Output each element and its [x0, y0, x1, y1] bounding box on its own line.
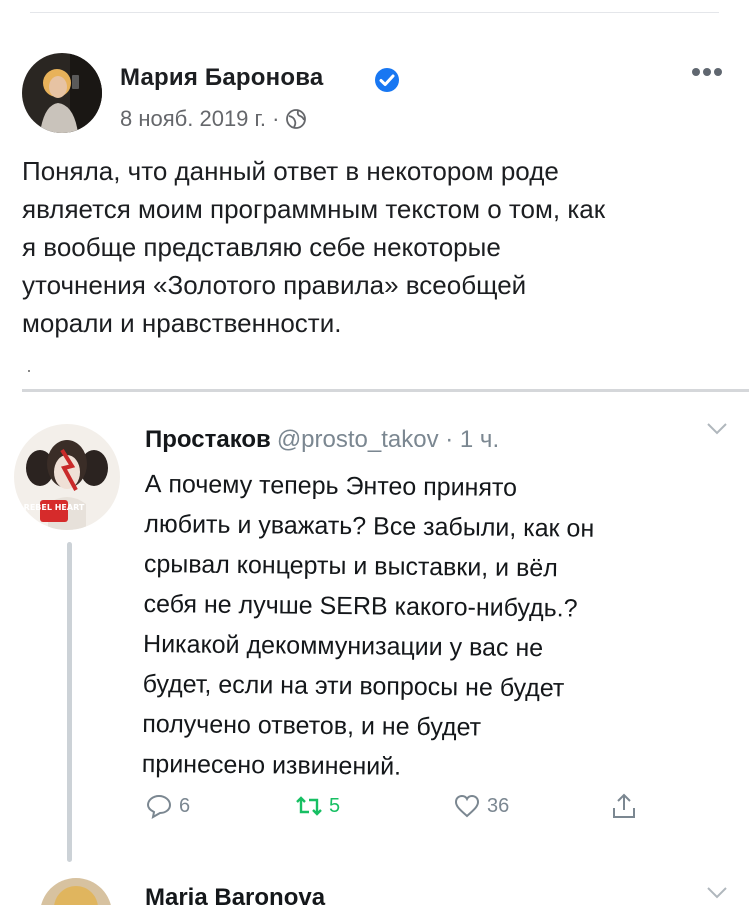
post-text-line: Поняла, что данный ответ в некотором род… [22, 156, 559, 186]
thread-line [67, 542, 72, 862]
reply-action: 6 [145, 792, 190, 820]
post-author-name[interactable]: Мария Баронова [120, 64, 323, 92]
embedded-tweet-image[interactable]: REBEL HEART Простаков @prosto_takov · 1 ч… [0, 392, 749, 905]
chevron-down-icon [707, 423, 727, 435]
next-reply-avatar [40, 878, 112, 905]
tweet-header: Простаков @prosto_takov · 1 ч. [145, 426, 499, 454]
next-reply-author: Maria Baronova [145, 884, 326, 905]
post-text: Поняла, что данный ответ в некотором род… [22, 152, 734, 342]
share-icon [613, 793, 635, 818]
reply-count: 6 [179, 794, 191, 817]
tweet-text-line: принесено извинений. [141, 749, 402, 781]
tweet-text-line: любить и уважать? Все забыли, как он [144, 509, 595, 543]
post-meta: 8 нояб. 2019 г. · [120, 106, 307, 132]
more-options-icon[interactable] [692, 63, 728, 79]
like-action: 36 [453, 792, 509, 820]
post-text-line: морали и нравственности. [22, 308, 342, 338]
tweet-text-line: А почему теперь Энтео принято [144, 469, 518, 502]
like-icon [454, 794, 480, 818]
tweet-text-line: Никакой декоммунизации у вас не [142, 629, 544, 663]
verified-badge-icon [375, 68, 399, 92]
retweet-icon [296, 796, 322, 816]
globe-icon [286, 109, 307, 129]
tweet-actions: 6 5 36 [145, 792, 665, 832]
post-text-line: я вообще представляю себе некоторые [22, 232, 501, 262]
tweet-author-name: Простаков [145, 426, 271, 453]
tweet-text-line: будет, если на эти вопросы не будет [142, 669, 565, 703]
author-avatar[interactable] [22, 53, 102, 133]
tweet-text-line: срывал концерты и выставки, и вёл [143, 549, 558, 583]
post-date[interactable]: 8 нояб. 2019 г. · [120, 106, 279, 132]
tweet-handle: @prosto_takov · 1 ч. [276, 426, 500, 453]
avatar-badge-text: REBEL HEART [24, 503, 85, 512]
top-divider [30, 12, 719, 13]
retweet-action: 5 [295, 792, 340, 820]
post-text-line: является моим программным текстом о том,… [22, 194, 606, 224]
reply-icon [146, 794, 172, 819]
chevron-down-icon [707, 887, 727, 899]
tweet-text: А почему теперь Энтео принято любить и у… [142, 464, 725, 790]
retweet-count: 5 [329, 794, 341, 817]
post-text-line: уточнения «Золотого правила» всеобщей [22, 270, 527, 300]
tweet-text-line: получено ответов, и не будет [142, 709, 482, 742]
like-count: 36 [487, 794, 510, 817]
tweet-text-line: себя не лучше SERB какого-нибудь.? [143, 589, 578, 623]
tweet-avatar: REBEL HEART [14, 424, 120, 530]
divider-dot [28, 370, 30, 372]
share-action [610, 792, 638, 820]
